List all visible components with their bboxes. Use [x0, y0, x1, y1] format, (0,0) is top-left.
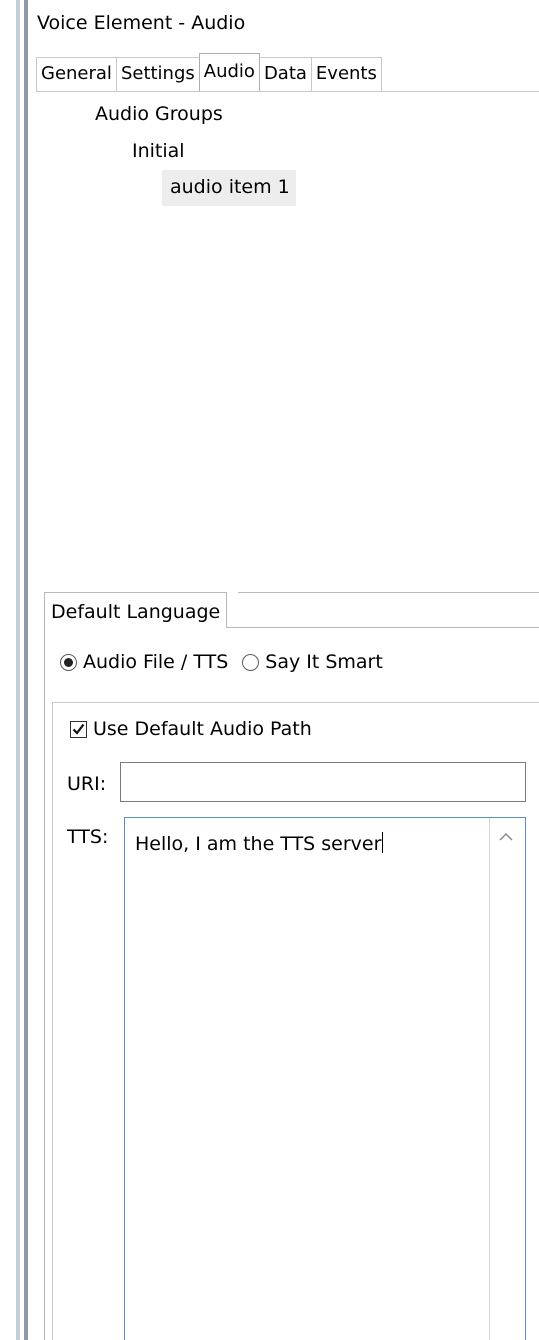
uri-label: URI: [67, 773, 107, 795]
tree-node-audio-item[interactable]: audio item 1 [162, 170, 296, 206]
text-caret [382, 832, 384, 853]
tree-node-audio-groups[interactable]: Audio Groups [95, 103, 223, 125]
voice-element-window: Voice Element - Audio General Settings A… [0, 0, 539, 1340]
frame-border-dark[interactable] [24, 0, 28, 1340]
use-default-path-checkbox[interactable] [70, 720, 87, 738]
tts-textarea[interactable]: Hello, I am the TTS server [124, 817, 526, 1340]
tts-text-content: Hello, I am the TTS server [135, 832, 384, 855]
window-title: Voice Element - Audio [37, 12, 246, 34]
tts-label: TTS: [67, 826, 109, 848]
language-panel-top-border [238, 592, 539, 593]
radio-say-it-smart-label[interactable]: Say It Smart [265, 651, 383, 673]
tab-default-language[interactable]: Default Language [44, 592, 228, 628]
tab-settings[interactable]: Settings [115, 57, 200, 91]
tab-audio[interactable]: Audio [198, 53, 260, 91]
use-default-path-row: Use Default Audio Path [70, 718, 312, 740]
chevron-up-icon[interactable] [498, 832, 514, 842]
tree-node-initial[interactable]: Initial [132, 140, 185, 162]
tab-data[interactable]: Data [258, 57, 312, 91]
tab-bar: General Settings Audio Data Events [36, 53, 382, 91]
use-default-path-label[interactable]: Use Default Audio Path [93, 718, 312, 740]
radio-say-it-smart[interactable] [242, 653, 260, 671]
frame-border-light [16, 0, 20, 1340]
tts-scrollbar[interactable] [489, 818, 525, 1340]
uri-input[interactable] [120, 762, 526, 802]
check-icon [72, 723, 85, 735]
radio-audio-file-tts[interactable] [60, 653, 77, 671]
tab-underline [36, 91, 539, 92]
left-window-frame [0, 0, 28, 1340]
audio-source-options: Audio File / TTS Say It Smart [60, 651, 397, 673]
tab-general[interactable]: General [36, 57, 117, 91]
radio-audio-file-tts-label[interactable]: Audio File / TTS [83, 651, 228, 673]
tts-text-value: Hello, I am the TTS server [135, 833, 382, 855]
tab-events[interactable]: Events [310, 57, 382, 91]
radio-selected-dot [64, 657, 73, 667]
